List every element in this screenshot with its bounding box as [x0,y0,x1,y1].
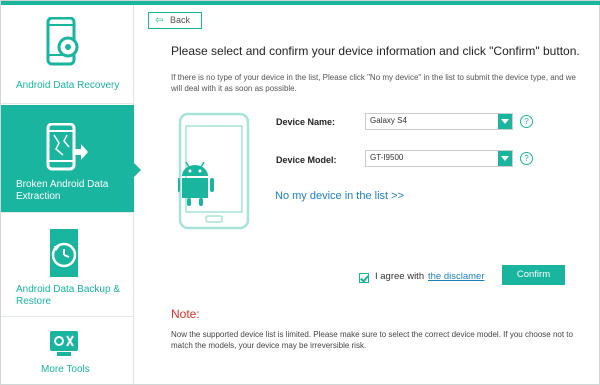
sidebar-item-label: Broken Android Data Extraction [16,179,109,202]
sidebar-item-more-tools[interactable]: More Tools [1,318,134,384]
no-my-device-link[interactable]: No my device in the list >> [275,190,404,202]
device-model-select[interactable]: GT-I9500 [365,150,513,167]
broken-phone-icon [46,123,88,171]
instruction-text: If there is no type of your device in th… [171,73,576,93]
chevron-down-icon [498,114,512,129]
android-phone-illustration [178,112,250,230]
sidebar-item-label: Android Data Backup & Restore [16,284,120,307]
device-name-select[interactable]: Galaxy S4 [365,113,513,130]
sidebar: Android Data Recovery Broken Android Dat… [1,5,141,384]
back-button[interactable]: ⇦ Back [148,12,202,29]
phone-recovery-icon [46,17,79,66]
device-name-value: Galaxy S4 [370,116,407,125]
agree-checkbox[interactable] [359,273,369,283]
back-arrow-icon: ⇦ [155,15,164,26]
device-name-help-icon[interactable]: ? [520,115,533,128]
sidebar-item-label: More Tools [41,364,90,375]
toolbox-icon [50,331,78,356]
sidebar-item-android-data-backup-restore[interactable]: Android Data Backup & Restore [1,214,134,317]
device-model-label: Device Model: [276,155,337,165]
device-name-label: Device Name: [276,117,336,127]
sidebar-item-broken-android-data-extraction[interactable]: Broken Android Data Extraction [1,105,141,213]
disclaimer-link[interactable]: the disclamer [428,271,485,282]
back-label: Back [170,15,191,25]
confirm-button[interactable]: Confirm [502,265,565,285]
device-model-help-icon[interactable]: ? [520,152,533,165]
app-window: Android Data Recovery Broken Android Dat… [0,0,600,385]
sidebar-item-label: Android Data Recovery [16,80,120,91]
backup-restore-icon [50,229,78,277]
page-title: Please select and confirm your device in… [171,44,580,58]
main-panel: ⇦ Back Please select and confirm your de… [135,5,600,384]
chevron-down-icon [498,151,512,166]
note-text: Now the supported device list is limited… [171,330,573,350]
sidebar-item-android-data-recovery[interactable]: Android Data Recovery [1,5,134,104]
note-title: Note: [171,307,200,321]
agree-label: I agree with [375,271,425,282]
device-model-value: GT-I9500 [370,153,404,162]
